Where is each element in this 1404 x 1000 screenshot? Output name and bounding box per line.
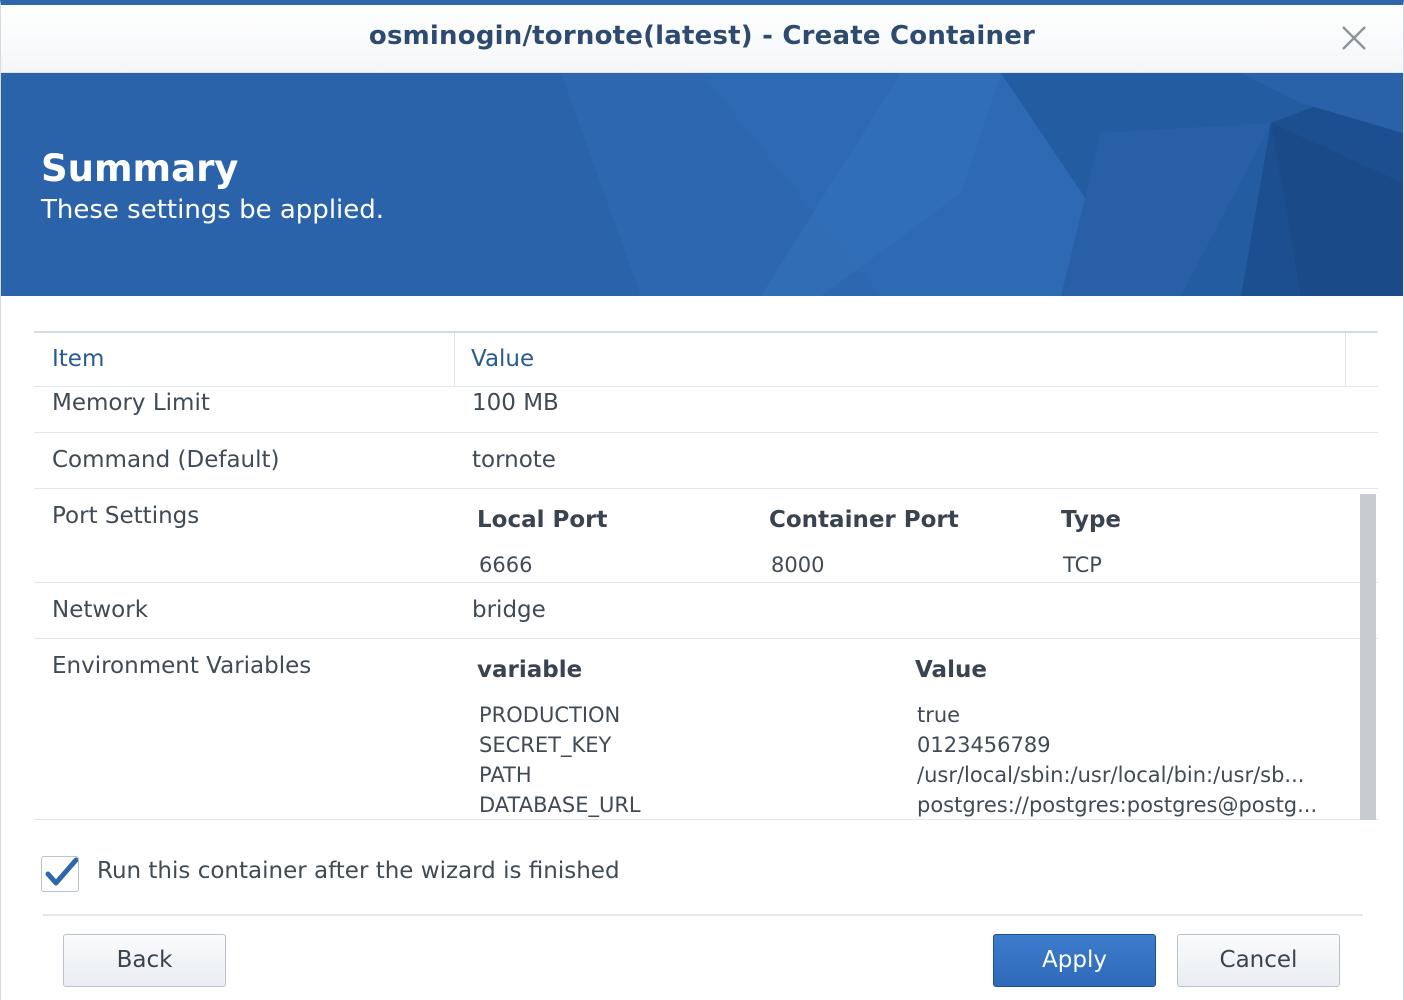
env-variable-name: SECRET_KEY	[479, 733, 612, 757]
column-header-value[interactable]: Value	[471, 333, 534, 386]
port-header-local: Local Port	[477, 507, 608, 533]
env-variable-value: /usr/local/sbin:/usr/local/bin:/usr/sb..…	[917, 763, 1305, 787]
run-after-label[interactable]: Run this container after the wizard is f…	[97, 858, 620, 884]
run-after-checkbox[interactable]	[41, 856, 79, 892]
table-row-memory-limit: Memory Limit 100 MB	[34, 386, 1378, 433]
table-row-command: Command (Default) tornote	[34, 433, 1378, 489]
env-header-value: Value	[915, 657, 987, 683]
summary-table: Item Value Memory Limit 100 MB Command (…	[34, 331, 1378, 820]
env-variable-name: DATABASE_URL	[479, 793, 641, 817]
summary-subtitle: These settings be applied.	[41, 195, 385, 225]
create-container-dialog: osminogin/tornote(latest) - Create Conta…	[0, 0, 1404, 1000]
item-environment-variables: Environment Variables	[52, 653, 312, 679]
port-type-value: TCP	[1063, 553, 1102, 577]
item-network: Network	[52, 597, 149, 623]
column-separator	[1345, 333, 1346, 386]
item-command: Command (Default)	[52, 447, 280, 473]
table-header: Item Value	[34, 333, 1378, 387]
checkmark-icon	[45, 857, 79, 886]
back-button[interactable]: Back	[63, 934, 226, 987]
value-memory-limit: 100 MB	[472, 390, 559, 416]
summary-title: Summary	[41, 147, 239, 190]
dialog-title: osminogin/tornote(latest) - Create Conta…	[368, 21, 1036, 51]
summary-banner: Summary These settings be applied.	[1, 73, 1403, 296]
env-header-variable: variable	[477, 657, 583, 683]
port-local-value: 6666	[479, 553, 533, 577]
value-command: tornote	[472, 447, 556, 473]
env-variable-value: postgres://postgres:postgres@postg...	[917, 793, 1318, 817]
table-row-port-settings: Port Settings Local Port Container Port …	[34, 489, 1378, 583]
footer-divider	[43, 914, 1363, 916]
port-container-value: 8000	[771, 553, 825, 577]
table-row-environment-variables: Environment Variables variable Value PRO…	[34, 639, 1378, 820]
env-variable-name: PATH	[479, 763, 532, 787]
value-network: bridge	[472, 597, 546, 623]
item-port-settings: Port Settings	[52, 503, 200, 529]
env-variable-value: 0123456789	[917, 733, 1051, 757]
apply-button[interactable]: Apply	[993, 934, 1156, 987]
column-header-item[interactable]: Item	[52, 333, 104, 386]
port-header-type: Type	[1061, 507, 1122, 533]
close-button[interactable]	[1339, 23, 1369, 53]
table-row-network: Network bridge	[34, 583, 1378, 639]
cancel-button[interactable]: Cancel	[1177, 934, 1340, 987]
env-variable-value: true	[917, 703, 961, 727]
close-icon	[1342, 26, 1366, 50]
table-scrollbar[interactable]	[1360, 494, 1376, 820]
title-bar: osminogin/tornote(latest) - Create Conta…	[1, 5, 1403, 73]
port-header-container: Container Port	[769, 507, 959, 533]
env-variable-name: PRODUCTION	[479, 703, 621, 727]
item-memory-limit: Memory Limit	[52, 390, 210, 416]
column-separator	[454, 333, 455, 386]
